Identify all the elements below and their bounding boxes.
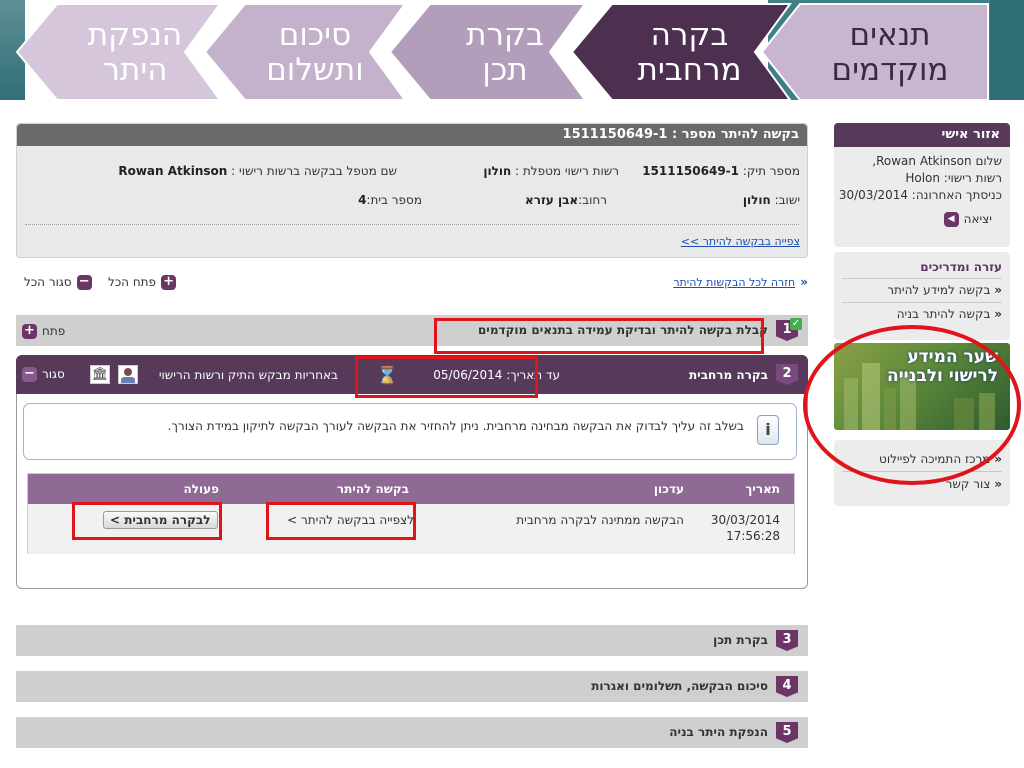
checkmark-icon: ✓ xyxy=(790,318,802,330)
plus-icon: + xyxy=(161,274,177,290)
file-number: מספר תיק: 1511150649-1 xyxy=(642,164,800,178)
contact-link[interactable]: « צור קשר xyxy=(946,477,1002,491)
double-chevron-icon: « xyxy=(800,275,808,289)
divider xyxy=(842,278,1002,279)
highlight-stage-1-title xyxy=(434,318,764,354)
highlight-deadline xyxy=(355,356,538,398)
divider xyxy=(842,302,1002,303)
stage-2-badge: 2 xyxy=(776,364,798,385)
user-authority: רשות רישוי: Holon xyxy=(905,171,1002,185)
stage-4-bar[interactable]: 4 סיכום הבקשה, תשלומים ואגרות xyxy=(16,671,808,702)
row-update: הבקשה ממתינה לבקרה מרחבית xyxy=(516,513,684,527)
back-to-requests[interactable]: « חזרה לכל הבקשות להיתר xyxy=(673,272,808,292)
info-notice: i בשלב זה עליך לבדוק את הבקשה מבחינה מרח… xyxy=(23,403,797,460)
stage-3-title: בקרת תכן xyxy=(713,633,768,647)
last-login: כניסתך האחרונה: 30/03/2014 xyxy=(838,188,1002,202)
stage-5-bar[interactable]: 5 הנפקת היתר בניה xyxy=(16,717,808,748)
step-spatial-control[interactable]: בקרה מרחבית xyxy=(602,8,777,98)
stage-1-open-label: פתח xyxy=(42,324,66,338)
personal-area-title: אזור אישי xyxy=(834,123,1010,147)
stage-5-title: הנפקת היתר בניה xyxy=(669,725,768,739)
stage-3-bar[interactable]: 3 בקרת תכן xyxy=(16,625,808,656)
col-update: עדכון xyxy=(653,482,684,496)
highlight-request-link xyxy=(266,502,416,540)
house-number: מספר בית:4 xyxy=(358,193,422,207)
step-design-control[interactable]: בקרת תכן xyxy=(430,8,580,98)
info-icon: i xyxy=(757,415,779,445)
handler-name: שם מטפל בבקשה ברשות רישוי : Rowan Atkins… xyxy=(118,164,397,178)
stage-5-badge: 5 xyxy=(776,722,798,743)
back-link-label: חזרה לכל הבקשות להיתר xyxy=(673,275,796,289)
arrow-left-icon: ◀ xyxy=(943,211,959,227)
highlight-action-button xyxy=(72,502,222,540)
greeting: שלום Rowan Atkinson, xyxy=(872,154,1002,168)
col-request: בקשה להיתר xyxy=(336,482,409,496)
city: ישוב: חולון xyxy=(742,193,800,207)
help-item-info-request[interactable]: « בקשה למידע להיתר xyxy=(887,283,1002,297)
personal-area: אזור אישי שלום Rowan Atkinson, רשות רישו… xyxy=(834,123,1010,247)
notice-text: בשלב זה עליך לבדוק את הבקשה מבחינה מרחבי… xyxy=(167,419,744,433)
minus-icon: − xyxy=(22,366,37,382)
stage-2-close-button[interactable]: סגור − xyxy=(22,364,65,384)
stage-4-badge: 4 xyxy=(776,676,798,697)
logout-label: יציאה xyxy=(963,212,992,226)
stage-2-responsibility: באחריות מבקש התיק ורשות הרישוי xyxy=(158,368,338,382)
stage-4-title: סיכום הבקשה, תשלומים ואגרות xyxy=(591,679,768,693)
stage-1-open-button[interactable]: פתח + xyxy=(22,321,65,341)
row-time: 17:56:28 xyxy=(726,529,780,543)
divider xyxy=(25,224,799,225)
stage-3-badge: 3 xyxy=(776,630,798,651)
row-date: 30/03/2014 xyxy=(710,513,780,527)
applicant-user-icon xyxy=(118,365,138,384)
licensing-authority: רשות רישוי מטפלת : חולון xyxy=(483,164,619,178)
stage-2-close-label: סגור xyxy=(42,367,65,381)
stage-2-title: בקרה מרחבית xyxy=(688,368,768,382)
process-steps-bar: תנאים מוקדמים בקרה מרחבית בקרת תכן סיכום ותש… xyxy=(0,0,1024,100)
view-request-link[interactable]: צפייה בבקשה להיתר >> xyxy=(681,235,800,248)
col-date: תאריך xyxy=(745,482,780,496)
collapse-all-label: סגור הכל xyxy=(24,275,72,289)
highlight-oval xyxy=(803,325,1021,485)
help-title: עזרה ומדריכים xyxy=(920,260,1002,274)
step-permit-issue[interactable]: הנפקת היתר xyxy=(60,8,210,98)
logout-button[interactable]: יציאה ◀ xyxy=(943,209,992,229)
help-item-permit-request[interactable]: « בקשה להיתר בניה xyxy=(897,307,1002,321)
plus-icon: + xyxy=(22,323,37,339)
expand-all-label: פתח הכל xyxy=(108,275,157,289)
step-preconditions[interactable]: תנאים מוקדמים xyxy=(795,8,985,98)
minus-icon: − xyxy=(76,274,92,290)
request-title: בקשה להיתר מספר : 1511150649-1 xyxy=(17,124,807,146)
request-summary-panel: בקשה להיתר מספר : 1511150649-1 מספר תיק:… xyxy=(16,123,808,258)
expand-all-button[interactable]: + פתח הכל xyxy=(108,272,177,292)
street: רחוב:אבן עזרא xyxy=(525,193,607,207)
authority-building-icon: 🏛 xyxy=(90,365,110,384)
col-action: פעולה xyxy=(183,482,219,496)
table-header: תאריך עדכון בקשה להיתר פעולה xyxy=(28,474,794,504)
step-summary-payment[interactable]: סיכום ותשלום xyxy=(230,8,400,98)
collapse-all-button[interactable]: − סגור הכל xyxy=(24,272,92,292)
